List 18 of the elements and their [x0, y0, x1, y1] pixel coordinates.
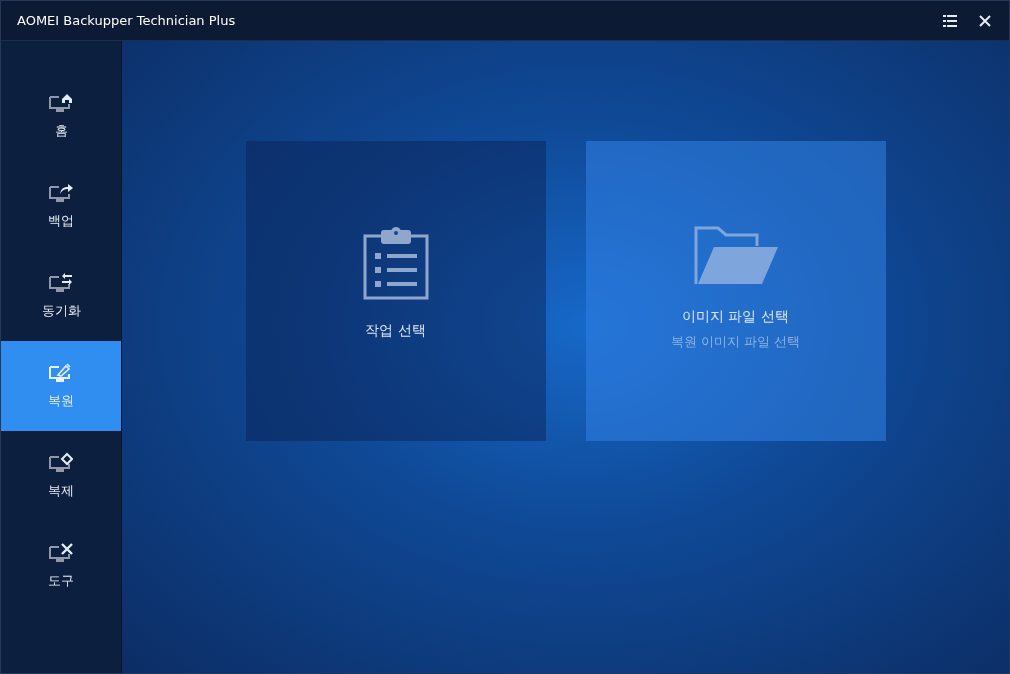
folder-icon: [693, 226, 778, 286]
sidebar-item[interactable]: 도구: [1, 521, 121, 611]
sidebar-item[interactable]: 홈: [1, 71, 121, 161]
monitor-icon: [49, 272, 73, 294]
window-title: AOMEI Backupper Technician Plus: [17, 13, 237, 28]
monitor-icon: [49, 452, 73, 474]
option-card[interactable]: 작업 선택: [245, 141, 546, 441]
sidebar-item[interactable]: 동기화: [1, 251, 121, 341]
menu-icon: [943, 14, 957, 27]
monitor-icon: [49, 182, 73, 204]
clipboard-icon: [362, 226, 429, 300]
sidebar-item[interactable]: 복제: [1, 431, 121, 521]
monitor-icon: [49, 542, 73, 564]
sidebar-item[interactable]: 백업: [1, 161, 121, 251]
option-card[interactable]: 이미지 파일 선택 복원 이미지 파일 선택: [585, 141, 886, 441]
monitor-icon: [49, 362, 73, 384]
close-icon: [979, 14, 991, 27]
monitor-icon: [49, 92, 73, 114]
